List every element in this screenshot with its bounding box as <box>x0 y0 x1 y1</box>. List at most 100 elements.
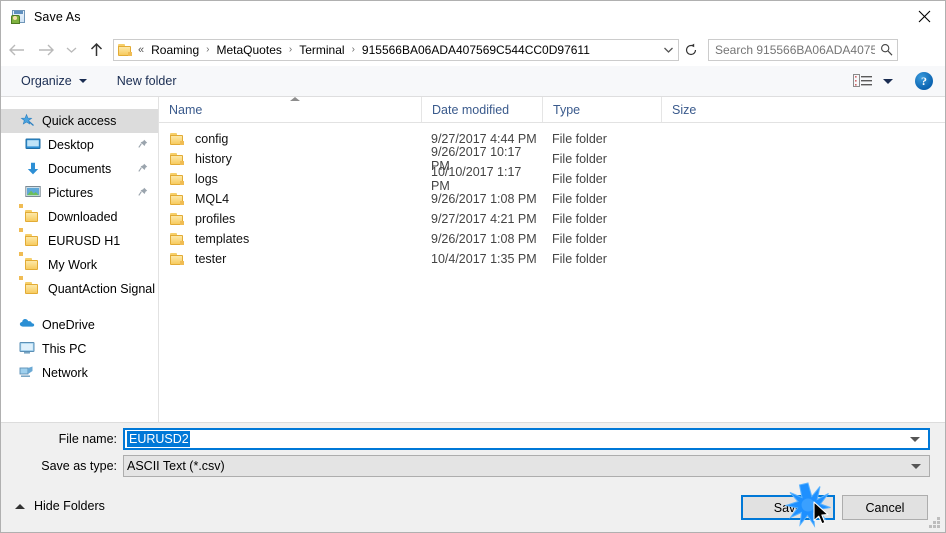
folder-icon <box>118 43 134 57</box>
sidebar-item-quantaction-signal[interactable]: QuantAction Signal <box>1 276 158 301</box>
save-as-dialog: Save As « Roaming › MetaQuotes › Termina… <box>0 0 946 533</box>
chevron-down-icon <box>78 79 87 83</box>
folder-icon <box>170 192 186 206</box>
help-icon[interactable]: ? <box>915 72 933 90</box>
save-as-type-select[interactable]: ASCII Text (*.csv) <box>123 455 930 477</box>
sidebar-item-label: EURUSD H1 <box>48 234 121 248</box>
organize-button[interactable]: Organize <box>13 69 95 93</box>
table-row[interactable]: history 9/26/2017 10:17 PM File folder <box>159 145 945 173</box>
save-as-type-value: ASCII Text (*.csv) <box>127 459 225 473</box>
address-chevron-down-icon[interactable] <box>658 40 678 60</box>
star-pin-icon <box>19 113 35 129</box>
address-bar[interactable]: « Roaming › MetaQuotes › Terminal › 9155… <box>113 38 679 61</box>
sidebar-item-label: QuantAction Signal <box>48 282 156 296</box>
pin-icon[interactable] <box>138 187 148 199</box>
sidebar-item-eurusd-h1[interactable]: EURUSD H1 <box>1 228 158 253</box>
file-name-cell: MQL4 <box>159 192 421 206</box>
table-row[interactable]: templates 9/26/2017 1:08 PM File folder <box>159 229 945 249</box>
table-row[interactable]: config 9/27/2017 4:44 PM File folder <box>159 129 945 149</box>
toolbar-right-group: ? <box>853 72 945 90</box>
file-name-label: MQL4 <box>195 192 230 206</box>
folder-icon <box>170 212 186 226</box>
file-date-cell: 9/26/2017 1:08 PM <box>431 192 537 206</box>
breadcrumb-overflow[interactable]: « <box>134 44 149 56</box>
documents-download-icon <box>25 161 41 177</box>
sidebar-item-downloaded[interactable]: Downloaded <box>1 204 158 229</box>
window-title: Save As <box>34 10 81 24</box>
navigation-sidebar: Quick access Desktop Documents Pictures … <box>1 97 159 422</box>
dialog-content: Quick access Desktop Documents Pictures … <box>1 97 945 422</box>
file-date-cell: 9/27/2017 4:44 PM <box>431 132 537 146</box>
table-row[interactable]: tester 10/4/2017 1:35 PM File folder <box>159 249 945 269</box>
breadcrumb-separator-1[interactable]: › <box>284 44 297 55</box>
sidebar-item-onedrive[interactable]: OneDrive <box>1 313 158 337</box>
sidebar-item-documents[interactable]: Documents <box>1 157 158 181</box>
breadcrumb-item-0[interactable]: Roaming <box>149 42 201 58</box>
file-name-value: EURUSD2 <box>127 431 190 447</box>
breadcrumb: « Roaming › MetaQuotes › Terminal › 9155… <box>134 42 658 58</box>
breadcrumb-item-3[interactable]: 915566BA06ADA407569C544CC0D97611 <box>360 42 592 58</box>
chevron-up-icon <box>15 503 25 509</box>
file-list: Name Date modified Type Size config 9/27… <box>159 97 945 422</box>
file-name-label: logs <box>195 172 218 186</box>
column-header-name[interactable]: Name <box>159 97 421 122</box>
breadcrumb-item-1[interactable]: MetaQuotes <box>215 42 284 58</box>
file-name-row: File name: EURUSD2 <box>1 428 945 450</box>
file-name-label: templates <box>195 232 250 246</box>
recent-locations-chevron-down-icon[interactable] <box>61 35 81 65</box>
column-header-date-modified[interactable]: Date modified <box>421 97 542 122</box>
up-button[interactable] <box>81 35 111 65</box>
breadcrumb-separator-2[interactable]: › <box>347 44 360 55</box>
back-button[interactable] <box>1 35 31 65</box>
navigation-bar: « Roaming › MetaQuotes › Terminal › 9155… <box>1 33 945 66</box>
folder-icon <box>19 204 41 225</box>
file-name-label: tester <box>195 252 227 266</box>
breadcrumb-separator-0[interactable]: › <box>201 44 214 55</box>
resize-grip[interactable] <box>929 517 941 529</box>
save-as-type-chevron-down-icon[interactable] <box>911 463 921 469</box>
table-row[interactable]: MQL4 9/26/2017 1:08 PM File folder <box>159 189 945 209</box>
new-folder-button[interactable]: New folder <box>109 69 185 93</box>
refresh-icon[interactable] <box>680 39 702 61</box>
save-label: Save <box>773 500 803 515</box>
table-row[interactable]: logs 10/10/2017 1:17 PM File folder <box>159 165 945 193</box>
file-date-cell: 10/10/2017 1:17 PM <box>431 165 522 193</box>
sidebar-item-network[interactable]: Network <box>1 361 158 385</box>
file-name-input[interactable]: EURUSD2 <box>123 428 930 450</box>
file-type-cell: File folder <box>552 192 607 206</box>
cancel-button[interactable]: Cancel <box>842 495 928 520</box>
save-button[interactable]: Save <box>741 495 835 520</box>
column-header-size[interactable]: Size <box>661 97 741 122</box>
folder-icon <box>19 228 41 249</box>
close-icon[interactable] <box>901 1 945 31</box>
file-name-cell: logs <box>159 172 421 186</box>
file-date-cell: 9/27/2017 4:21 PM <box>431 212 537 226</box>
pin-icon[interactable] <box>138 163 148 175</box>
hide-folders-label: Hide Folders <box>34 499 105 513</box>
file-type-cell: File folder <box>552 232 607 246</box>
sidebar-item-pictures[interactable]: Pictures <box>1 181 158 205</box>
folder-icon <box>170 172 186 186</box>
sidebar-item-my-work[interactable]: My Work <box>1 252 158 277</box>
column-header-type[interactable]: Type <box>542 97 661 122</box>
breadcrumb-item-2[interactable]: Terminal <box>297 42 346 58</box>
table-row[interactable]: profiles 9/27/2017 4:21 PM File folder <box>159 209 945 229</box>
list-view-icon[interactable] <box>853 73 873 89</box>
cancel-label: Cancel <box>865 500 905 515</box>
sidebar-item-desktop[interactable]: Desktop <box>1 133 158 157</box>
file-name-chevron-down-icon[interactable] <box>910 436 920 442</box>
sidebar-item-quick-access[interactable]: Quick access <box>1 109 158 133</box>
view-chevron-down-icon[interactable] <box>883 78 893 84</box>
sidebar-item-label: Pictures <box>48 186 94 200</box>
hide-folders-button[interactable]: Hide Folders <box>15 499 105 513</box>
pin-icon[interactable] <box>138 139 148 151</box>
title-bar: Save As <box>1 1 945 33</box>
search-icon[interactable] <box>875 43 897 56</box>
save-form: File name: EURUSD2 Save as type: ASCII T… <box>1 422 945 483</box>
search-input[interactable]: Search 915566BA06ADA40756... <box>708 38 898 61</box>
forward-button[interactable] <box>31 35 61 65</box>
help-label: ? <box>921 73 927 88</box>
save-as-type-label: Save as type: <box>41 459 117 473</box>
file-type-cell: File folder <box>552 152 607 166</box>
sidebar-item-this-pc[interactable]: This PC <box>1 337 158 361</box>
